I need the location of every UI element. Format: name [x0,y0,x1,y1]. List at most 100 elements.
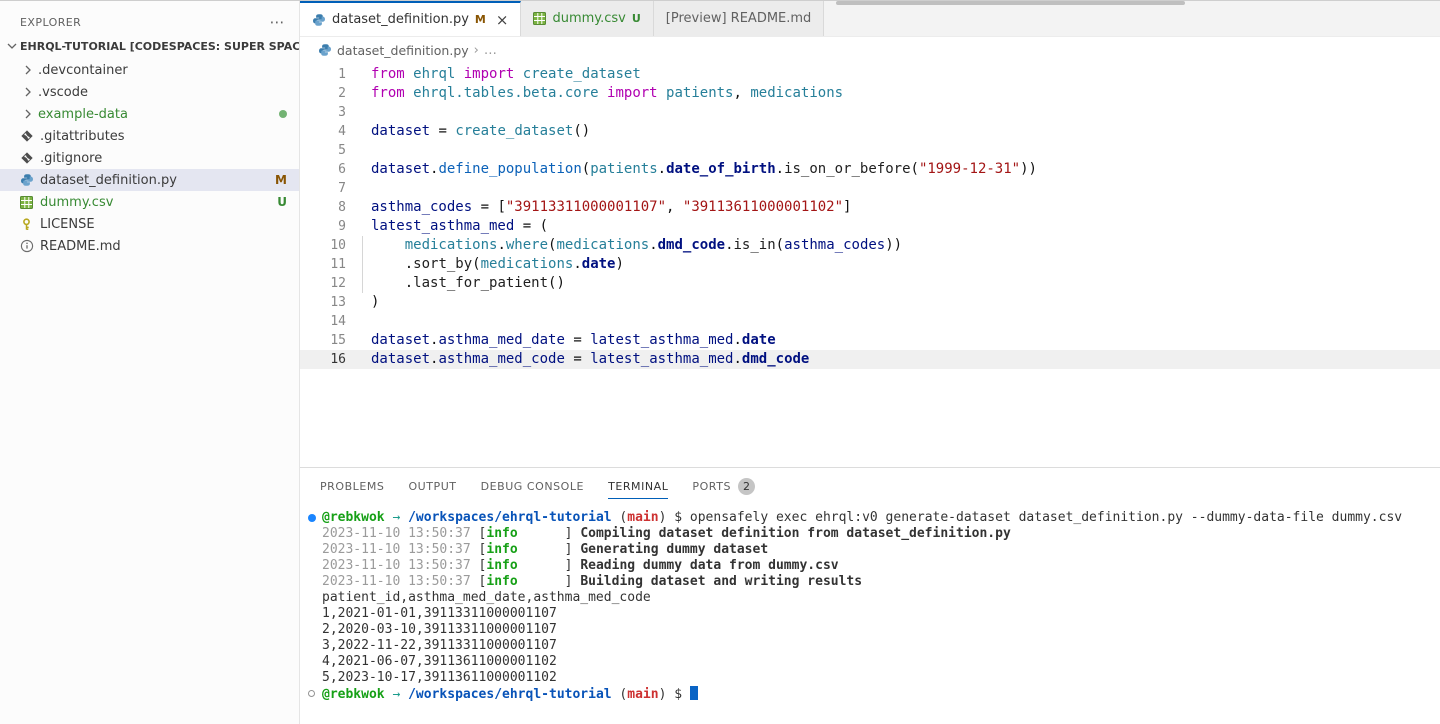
code-text: dataset = create_dataset() [371,122,590,141]
file-row-license[interactable]: LICENSE [0,213,299,235]
code-text: latest_asthma_med = ( [371,217,548,236]
code-line-1[interactable]: 1from ehrql import create_dataset [300,65,1440,84]
code-line-16[interactable]: 16 dataset.asthma_med_code = latest_asthm… [300,350,1440,369]
terminal-line: 2023-11-10 13:50:37 [info ] Compiling da… [308,526,1440,542]
line-number: 13 [300,293,346,312]
code-editor[interactable]: 1from ehrql import create_dataset2from e… [300,63,1440,467]
tab-label: [Preview] README.md [666,11,812,26]
file-row--gitignore[interactable]: .gitignore [0,147,299,169]
tab-dirty-badge: U [632,12,641,25]
code-line-8[interactable]: 8asthma_codes = ["39113311000001107", "3… [300,198,1440,217]
tab--preview-readme-md[interactable]: [Preview] README.md [654,1,825,36]
code-text: .sort_by(medications.date) [371,255,624,274]
explorer-sidebar: EXPLORER ⋯ EHRQL-TUTORIAL [CODESPACES: S… [0,1,300,724]
indent-guide [362,274,363,293]
terminal-line: 2023-11-10 13:50:37 [info ] Building dat… [308,574,1440,590]
command-prompt-icon [308,690,315,697]
panel-tab-terminal[interactable]: TERMINAL [608,468,668,504]
line-number: 4 [300,122,346,141]
close-icon[interactable]: × [496,14,509,26]
python-file-icon [312,13,326,27]
line-number: 16 [300,350,346,369]
code-line-15[interactable]: 15dataset.asthma_med_date = latest_asthm… [300,331,1440,350]
code-line-12[interactable]: 12 .last_for_patient() [300,274,1440,293]
breadcrumb-tail[interactable]: … [484,43,497,58]
panel-tab-label: PROBLEMS [320,480,384,493]
bottom-panel: PROBLEMS OUTPUT DEBUG CONSOLE TERMINAL PORTS… [300,467,1440,724]
panel-tab-label: DEBUG CONSOLE [481,480,584,493]
file-label: README.md [40,239,121,254]
tabbar-scrollbar[interactable] [836,1,1185,5]
chevron-right-icon [20,84,36,100]
file-label: .gitignore [40,151,102,166]
code-line-2[interactable]: 2from ehrql.tables.beta.core import pati… [300,84,1440,103]
line-number: 7 [300,179,346,198]
file-row-example-data[interactable]: example-data [0,103,299,125]
workspace-root[interactable]: EHRQL-TUTORIAL [CODESPACES: SUPER SPACE … [0,35,299,57]
git-change-dot [279,110,287,118]
license-file-icon [20,218,38,231]
code-line-5[interactable]: 5 [300,141,1440,160]
more-actions-icon[interactable]: ⋯ [270,17,285,27]
panel-tab-output[interactable]: OUTPUT [408,468,456,504]
indent-guide [362,236,363,255]
chevron-right-icon: › [474,43,479,58]
ports-count-badge: 2 [738,478,755,495]
terminal-line: 2023-11-10 13:50:37 [info ] Reading dumm… [308,558,1440,574]
terminal-line: @rebkwok → /workspaces/ehrql-tutorial (m… [308,686,1440,702]
editor-area: dataset_definition.pyM×dummy.csvU [Previe… [300,1,1440,724]
file-row--vscode[interactable]: .vscode [0,81,299,103]
code-text: from ehrql import create_dataset [371,65,641,84]
git-file-icon [20,129,38,143]
breadcrumb-file[interactable]: dataset_definition.py [337,43,469,58]
file-row-dataset-definition-py[interactable]: dataset_definition.py M [0,169,299,191]
code-line-9[interactable]: 9 latest_asthma_med = ( [300,217,1440,236]
line-number: 2 [300,84,346,103]
panel-tab-debug-console[interactable]: DEBUG CONSOLE [481,468,584,504]
code-text: ) [371,293,379,312]
terminal-line: 2023-11-10 13:50:37 [info ] Generating d… [308,542,1440,558]
terminal-cursor [690,686,698,700]
terminal-line: @rebkwok → /workspaces/ehrql-tutorial (m… [308,510,1440,526]
code-line-10[interactable]: 10 medications.where(medications.dmd_cod… [300,236,1440,255]
terminal-line: patient_id,asthma_med_date,asthma_med_co… [308,590,1440,606]
file-row--gitattributes[interactable]: .gitattributes [0,125,299,147]
line-number: 14 [300,312,346,331]
code-line-3[interactable]: 3 [300,103,1440,122]
file-label: dataset_definition.py [40,173,177,188]
chevron-right-icon [20,106,36,122]
panel-tab-label: TERMINAL [608,480,668,493]
line-number: 8 [300,198,346,217]
file-label: .vscode [38,85,88,100]
breadcrumb[interactable]: dataset_definition.py › … [300,37,1440,63]
code-line-6[interactable]: 6dataset.define_population(patients.date… [300,160,1440,179]
file-row-readme-md[interactable]: README.md [0,235,299,257]
python-file-icon [20,173,38,187]
file-row--devcontainer[interactable]: .devcontainer [0,59,299,81]
explorer-title: EXPLORER [20,16,81,29]
terminal[interactable]: @rebkwok → /workspaces/ehrql-tutorial (m… [300,504,1440,724]
code-line-14[interactable]: 14 [300,312,1440,331]
git-status-badge: M [275,173,287,187]
code-text: dataset.asthma_med_code = latest_asthma_… [371,350,809,369]
file-label: dummy.csv [40,195,113,210]
code-line-4[interactable]: 4 dataset = create_dataset() [300,122,1440,141]
line-number: 9 [300,217,346,236]
panel-tab-ports[interactable]: PORTS2 [692,468,755,504]
code-line-7[interactable]: 7 [300,179,1440,198]
file-row-dummy-csv[interactable]: dummy.csv U [0,191,299,213]
code-line-13[interactable]: 13) [300,293,1440,312]
line-number: 3 [300,103,346,122]
tab-dataset-definition-py[interactable]: dataset_definition.pyM× [300,1,521,36]
git-status-badge: U [277,195,287,209]
line-number: 15 [300,331,346,350]
tab-label: dataset_definition.py [332,12,469,27]
code-line-11[interactable]: 11 .sort_by(medications.date) [300,255,1440,274]
line-number: 6 [300,160,346,179]
file-label: .devcontainer [38,63,128,78]
file-label: LICENSE [40,217,95,232]
python-icon [318,43,332,57]
tab-dummy-csv[interactable]: dummy.csvU [521,1,653,36]
csv-file-icon [20,196,38,209]
panel-tab-problems[interactable]: PROBLEMS [320,468,384,504]
